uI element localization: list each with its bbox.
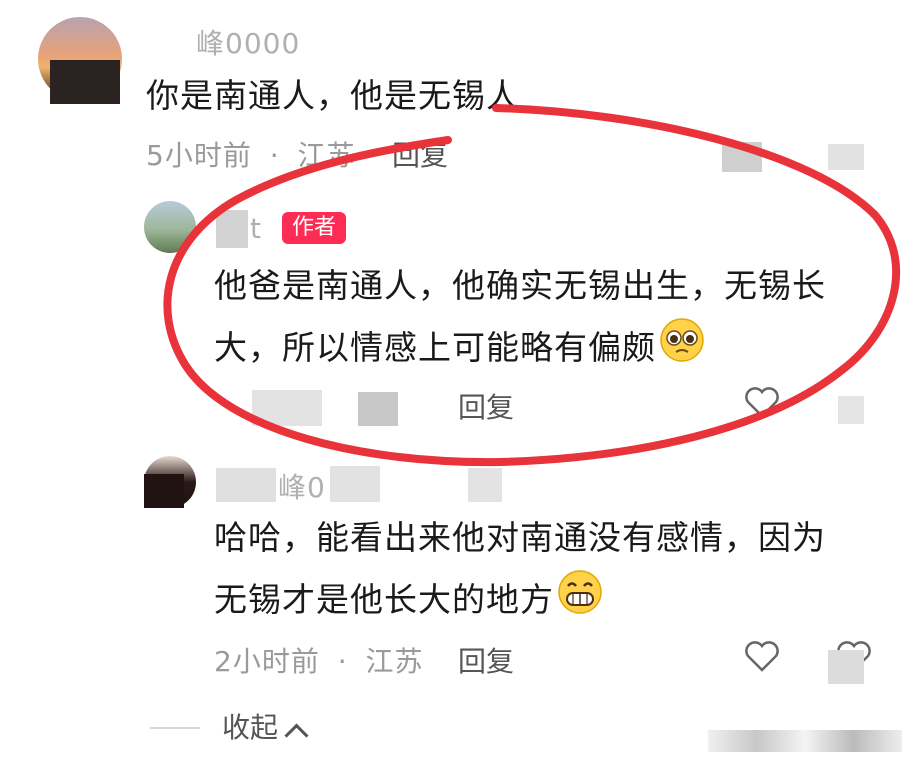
reply-button[interactable]: 回复 [458,386,514,426]
chevron-up-icon [284,722,309,748]
comment-meta: 2小时前 · 江苏 [214,640,424,680]
comment-location: 江苏 [365,645,424,678]
privacy-mosaic [216,468,276,502]
comment-text: 哈哈，能看出来他对南通没有感情，因为 无锡才是他长大的地方 [214,508,826,635]
author-username[interactable]: t [250,212,262,245]
collapse-label: 收起 [222,711,279,744]
reply-button[interactable]: 回复 [392,134,448,174]
comment-text-line: 他爸是南通人，他确实无锡出生，无锡长 [214,266,826,305]
collapse-replies-button[interactable]: 收起 [222,706,309,748]
privacy-mosaic [708,730,902,752]
comment-time: 2小时前 [214,645,320,678]
grinning-face-emoji [556,568,604,635]
privacy-mosaic [722,142,762,172]
collapse-divider [150,727,200,729]
comment-location: 江苏 [297,139,356,172]
privacy-mosaic [330,466,380,502]
commenter-username[interactable]: 峰0 [278,466,326,506]
comment-time: 5小时前 [146,139,252,172]
comment-text-segment: 大，所以情感上可能略有偏颇 [214,328,656,367]
meta-separator: · [269,139,280,172]
like-heart-icon[interactable] [744,640,780,672]
comment-text-line: 哈哈，能看出来他对南通没有感情，因为 [214,518,826,557]
privacy-mosaic [50,60,120,104]
comment-meta: 5小时前 · 江苏 [146,134,356,174]
reply-button[interactable]: 回复 [458,640,514,680]
meta-separator: · [337,645,348,678]
privacy-mosaic [252,390,322,426]
privacy-mosaic [358,392,398,426]
comment-text-line: 无锡才是他长大的地方 [214,568,826,635]
privacy-mosaic [828,144,864,170]
privacy-mosaic [828,650,864,684]
privacy-mosaic [838,396,864,424]
comment-text: 你是南通人，他是无锡人 [146,76,520,115]
comment-text: 他爸是南通人，他确实无锡出生，无锡长 大，所以情感上可能略有偏颇 [214,256,826,383]
comment-text-segment: 无锡才是他长大的地方 [214,580,554,619]
privacy-mosaic [468,468,502,502]
comment-text-line: 大，所以情感上可能略有偏颇 [214,316,826,383]
pleading-face-emoji [658,316,706,383]
author-badge: 作者 [282,212,347,244]
privacy-mosaic [216,210,248,248]
like-heart-icon[interactable] [744,386,780,418]
author-avatar[interactable] [144,201,196,253]
privacy-mosaic [144,474,184,508]
commenter-username[interactable]: 峰0000 [196,22,300,62]
